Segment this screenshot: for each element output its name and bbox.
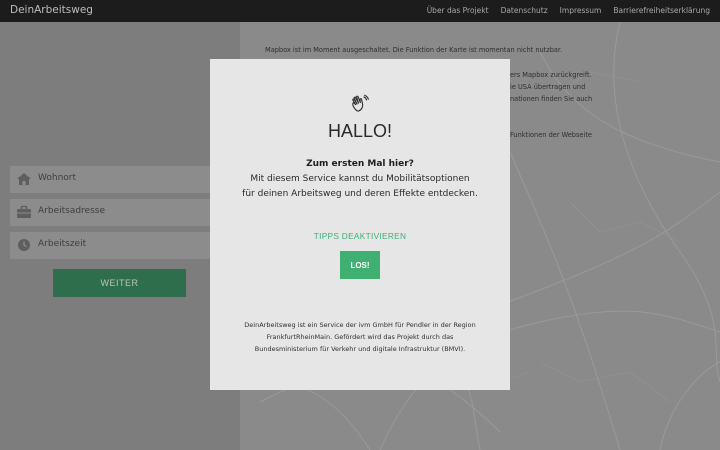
continue-button[interactable]: WEITER: [53, 269, 186, 297]
clock-icon: [18, 239, 30, 251]
dialog-title: HALLO!: [327, 121, 393, 141]
start-button[interactable]: LOS!: [340, 251, 380, 279]
home-location-field[interactable]: Wohnort: [10, 166, 212, 193]
dialog-description-line-1: Mit diesem Service kannst du Mobilitätso…: [250, 174, 470, 184]
dialog-footer-line-3: Bundesministerium für Verkehr und digita…: [254, 345, 466, 353]
nav-link-imprint[interactable]: Impressum: [560, 6, 602, 15]
map-notice-fragment-4: Funktionen der Webseite: [510, 131, 592, 139]
top-bar: DeinArbeitsweg Über das Projekt Datensch…: [0, 0, 720, 22]
nav-link-about[interactable]: Über das Projekt: [427, 6, 489, 15]
home-icon: [17, 173, 31, 185]
work-address-field[interactable]: Arbeitsadresse: [10, 199, 212, 226]
brand-logo[interactable]: DeinArbeitsweg: [10, 4, 93, 16]
map-notice-fragment-1: ers Mapbox zurückgreift.: [510, 71, 592, 79]
form-panel: Wohnort Arbeitsadresse Arbeitszeit WEITE…: [0, 22, 240, 450]
top-nav: Über das Projekt Datenschutz Impressum B…: [427, 6, 710, 15]
map-disabled-notice: Mapbox ist im Moment ausgeschaltet. Die …: [265, 46, 563, 54]
map-notice-fragment-2: ie USA übertragen und: [510, 83, 586, 91]
home-location-label: Wohnort: [38, 173, 77, 183]
work-time-field[interactable]: Arbeitszeit: [10, 232, 212, 259]
nav-link-accessibility[interactable]: Barrierefreiheitserklärung: [613, 6, 710, 15]
waving-hand-icon: [352, 94, 369, 112]
dialog-footer-line-2: FrankfurtRheinMain. Gefördert wird das P…: [266, 333, 454, 341]
nav-link-privacy[interactable]: Datenschutz: [501, 6, 548, 15]
dialog-subheading: Zum ersten Mal hier?: [306, 159, 414, 169]
dialog-footer-line-1: DeinArbeitsweg ist ein Service der ivm G…: [244, 321, 476, 329]
briefcase-icon: [17, 205, 31, 218]
welcome-dialog: HALLO! Zum ersten Mal hier? Mit diesem S…: [210, 59, 510, 390]
work-time-label: Arbeitszeit: [38, 239, 87, 249]
disable-tips-button[interactable]: TIPPS DEAKTIVIEREN: [210, 231, 510, 241]
map-notice-fragment-3: nationen finden Sie auch: [510, 95, 593, 103]
work-address-label: Arbeitsadresse: [38, 206, 106, 216]
dialog-description-line-2: für deinen Arbeitsweg und deren Effekte …: [242, 189, 478, 199]
